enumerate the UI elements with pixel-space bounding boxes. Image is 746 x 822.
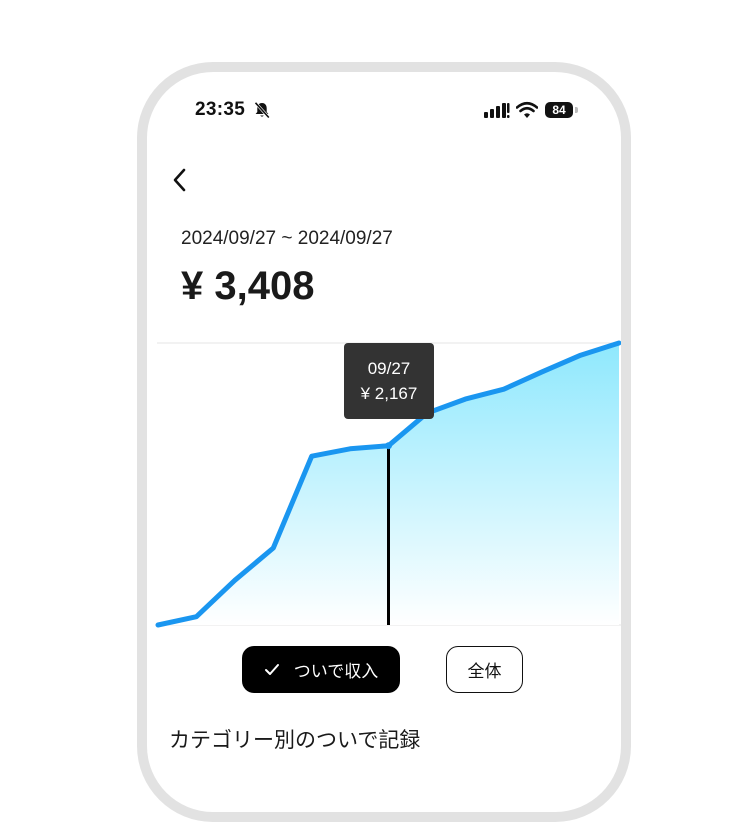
chevron-left-icon[interactable]: [165, 162, 195, 198]
wifi-icon: [516, 101, 538, 119]
checkmark-icon: [264, 663, 280, 677]
chart-tooltip: 09/27 ¥ 2,167: [344, 343, 434, 419]
battery-tip: [575, 107, 578, 113]
total-amount: ¥ 3,408: [181, 264, 314, 309]
bell-slash-icon: [253, 101, 271, 119]
filter-all-label: 全体: [468, 657, 502, 682]
battery-level: 84: [552, 103, 565, 117]
chart-point-6: [385, 442, 392, 449]
cellular-signal-icon: [484, 102, 510, 118]
section-title: カテゴリー別のついで記録: [169, 724, 420, 754]
status-time: 23:35: [195, 99, 245, 121]
filter-side-income-label: ついで収入: [294, 657, 379, 682]
filter-all-button[interactable]: 全体: [446, 646, 523, 693]
battery-indicator: 84: [545, 102, 573, 118]
app-screen: 23:35 84 2024/09/27 ~ 2024/09/27 ¥ 3,408: [147, 72, 621, 812]
tooltip-date: 09/27: [344, 358, 434, 380]
tooltip-value: ¥ 2,167: [344, 383, 434, 405]
filter-side-income-button[interactable]: ついで収入: [242, 646, 400, 693]
date-range: 2024/09/27 ~ 2024/09/27: [181, 228, 393, 250]
